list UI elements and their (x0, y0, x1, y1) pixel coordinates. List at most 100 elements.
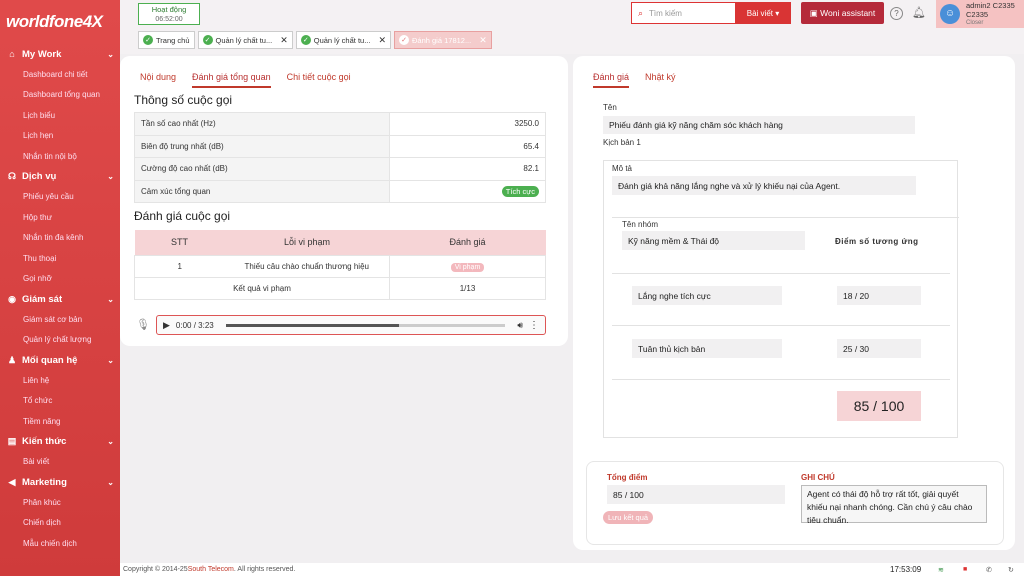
sidebar-nav: ⌂ My Work ⌄ Dashboard chi tiết Dashboard tổn… (0, 44, 120, 554)
audio-seekbar[interactable] (225, 323, 506, 327)
close-icon[interactable]: ✕ (378, 35, 386, 46)
phone-icon[interactable]: ✆ (986, 566, 992, 574)
check-icon: ✓ (202, 35, 213, 45)
tab-home[interactable]: ✓ Trang chủ (138, 31, 195, 49)
sidebar-section-0[interactable]: ⌂ My Work ⌄ (0, 44, 120, 64)
play-icon[interactable]: ▶ (163, 320, 170, 331)
save-button[interactable]: Lưu kết quả (603, 511, 654, 524)
sidebar-item[interactable]: Bài viết (0, 452, 120, 473)
audio-progress (225, 323, 400, 327)
search-scope-label: Bài viết (746, 8, 773, 18)
sidebar-item[interactable]: Thu thoại (0, 248, 120, 269)
chevron-down-icon: ⌄ (107, 294, 114, 304)
description-field[interactable]: Đánh giá khả năng lắng nghe và xử lý khi… (612, 176, 916, 195)
sidebar-item[interactable]: Phiếu yêu cầu (0, 187, 120, 208)
app-logo[interactable]: worldfone4X (0, 0, 120, 44)
criterion-score[interactable]: 25 / 30 (837, 339, 921, 358)
assistant-button[interactable]: ▣ Woni assistant (801, 2, 884, 24)
sidebar-section-3[interactable]: ♟ Mối quan hệ ⌄ (0, 350, 120, 370)
chevron-down-icon: ⌄ (107, 437, 114, 446)
sidebar-item[interactable]: Nhắn tin nội bộ (0, 146, 120, 167)
microphone-icon[interactable]: 🎙︎ (136, 318, 150, 331)
topbar: Hoạt động 06:52:00 ✓ Trang chủ ✓ Quản lý c… (120, 0, 1024, 54)
sidebar-section-label: My Work (22, 48, 62, 60)
help-icon[interactable]: ? (890, 7, 903, 20)
criterion-score[interactable]: 18 / 20 (837, 286, 921, 305)
record-icon[interactable]: ■ (963, 566, 967, 573)
agent-status[interactable]: Hoạt động 06:52:00 (138, 3, 200, 25)
check-icon: ✓ (399, 35, 409, 45)
tab-content[interactable]: Nội dung (140, 72, 176, 88)
table-row: 1 Thiếu câu chào chuẩn thương hiệu Vi ph… (134, 254, 546, 278)
sidebar-section-4[interactable]: ▤ Kiến thức ⌄ (0, 432, 120, 452)
script-label: Kịch bản 1 (603, 138, 641, 147)
name-label: Tên (603, 103, 617, 112)
tab-evaluate[interactable]: Đánh giá (593, 72, 630, 88)
divider (612, 273, 950, 274)
sidebar-section-5[interactable]: ◀ Marketing ⌄ (0, 472, 120, 492)
total-label: Tổng điểm (607, 473, 648, 482)
search-scope-select[interactable]: Bài viết ▾ (735, 2, 791, 24)
close-icon[interactable]: ✕ (479, 35, 487, 46)
tab-quality-1[interactable]: ✓ Quản lý chất tu... ✕ (197, 31, 293, 49)
sidebar-item[interactable]: Lịch hẹn (0, 126, 120, 147)
col-rating: Đánh giá (389, 230, 546, 255)
audio-time: 0:00 / 3:23 (175, 320, 214, 330)
sidebar-item[interactable]: Gọi nhỡ (0, 269, 120, 290)
eval-tabs: Đánh giá Nhật ký (593, 72, 676, 88)
params-title: Thông số cuộc gọi (134, 93, 233, 107)
tab-call-detail[interactable]: Chi tiết cuộc gọi (287, 72, 351, 88)
sidebar-item[interactable]: Tổ chức (0, 391, 120, 412)
form-name-field[interactable]: Phiếu đánh giá kỹ năng chăm sóc khách hà… (603, 116, 915, 134)
audio-player[interactable]: ▶ 0:00 / 3:23 🔊︎ ⋮ (156, 315, 546, 335)
total-score-field[interactable]: 85 / 100 (607, 485, 785, 504)
sidebar-item[interactable]: Phân khúc (0, 492, 120, 513)
monitor-icon: ◉ (8, 293, 16, 304)
review-tabs: Nội dung Đánh giá tổng quan Chi tiết cuộ… (140, 72, 351, 88)
tab-evaluation[interactable]: ✓ Đánh giá 17812... ✕ (394, 31, 492, 49)
sidebar-section-label: Giám sát (22, 293, 63, 305)
user-menu[interactable]: ☺ admin2 C2335 C2335 Closer (936, 0, 1024, 28)
footer: Copyright © 2014-25 South Telecom. All r… (120, 563, 1024, 576)
status-label: Hoạt động (151, 5, 187, 14)
result-value: 1/13 (389, 276, 546, 300)
sidebar-item[interactable]: Mẫu chiến dịch (0, 533, 120, 554)
table-header: STT Lỗi vi phạm Đánh giá (134, 230, 546, 255)
sidebar-item[interactable]: Dashboard chi tiết (0, 64, 120, 85)
sidebar-section-label: Kiến thức (22, 436, 67, 447)
close-icon[interactable]: ✕ (280, 35, 288, 46)
note-label: GHI CHÚ (801, 473, 835, 482)
tab-quality-2[interactable]: ✓ Quản lý chất tu... ✕ (295, 31, 391, 49)
search-input[interactable]: ⌕ Tìm kiếm (631, 2, 737, 24)
sidebar-item[interactable]: Tiềm năng (0, 411, 120, 432)
check-icon: ✓ (143, 35, 153, 45)
sidebar-item[interactable]: Nhắn tin đa kênh (0, 228, 120, 249)
refresh-icon[interactable]: ↻ (1008, 566, 1014, 574)
sidebar-item[interactable]: Hộp thư (0, 207, 120, 228)
sidebar-item[interactable]: Chiến dịch (0, 513, 120, 534)
table-row: Cường độ cao nhất (dB) 82.1 (134, 157, 546, 181)
table-row: Cảm xúc tổng quan Tích cực (134, 179, 546, 203)
sidebar-item[interactable]: Quản lý chất lượng (0, 330, 120, 351)
col-stt: STT (134, 230, 225, 255)
bell-icon[interactable]: 🔔︎ (912, 6, 926, 19)
sidebar-section-2[interactable]: ◉ Giám sát ⌄ (0, 289, 120, 309)
sidebar-item[interactable]: Giám sát cơ bản (0, 309, 120, 330)
note-textarea[interactable]: Agent có thái độ hỗ trợ rất tốt, giải qu… (801, 485, 987, 525)
volume-icon[interactable]: 🔊︎ (517, 320, 523, 331)
form-group-box: Mô tả Đánh giá khả năng lắng nghe và xử … (603, 160, 959, 438)
group-name-field[interactable]: Kỹ năng mềm & Thái độ (622, 231, 805, 250)
sidebar-item[interactable]: Dashboard tổng quan (0, 85, 120, 106)
company-link[interactable]: South Telecom (188, 566, 234, 573)
sidebar-item[interactable]: Lịch biểu (0, 105, 120, 126)
tab-log[interactable]: Nhật ký (645, 72, 676, 88)
sidebar-section-1[interactable]: ☊ Dịch vụ ⌄ (0, 167, 120, 187)
tab-overview[interactable]: Đánh giá tổng quan (192, 72, 271, 88)
search-icon: ⌕ (638, 7, 644, 18)
user-role: Closer (966, 19, 984, 26)
evaluation-panel: Đánh giá Nhật ký Tên Phiếu đánh giá kỹ n… (573, 56, 1015, 550)
more-icon[interactable]: ⋮ (529, 320, 539, 331)
sidebar-item[interactable]: Liên hệ (0, 370, 120, 391)
row-error: Thiếu câu chào chuẩn thương hiệu (224, 254, 390, 278)
users-icon: ♟ (7, 354, 17, 365)
